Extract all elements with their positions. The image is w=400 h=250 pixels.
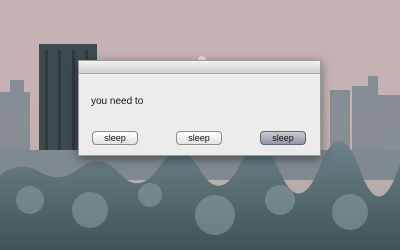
dialog-titlebar[interactable] — [79, 61, 320, 74]
sleep-button-default[interactable]: sleep — [260, 131, 306, 145]
sleep-button-1[interactable]: sleep — [92, 131, 138, 145]
alert-dialog: you need to sleep sleep sleep — [78, 60, 321, 156]
dialog-message: you need to — [91, 96, 144, 107]
sleep-button-2[interactable]: sleep — [176, 131, 222, 145]
